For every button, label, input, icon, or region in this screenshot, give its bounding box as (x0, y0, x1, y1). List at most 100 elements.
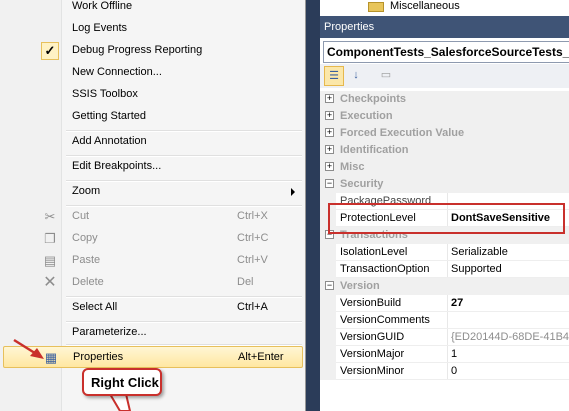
category-label: Version (340, 280, 380, 292)
menu-item-parameterize[interactable]: Parameterize... (3, 322, 303, 344)
property-row[interactable]: VersionComments (320, 312, 569, 329)
row-divider (336, 379, 569, 380)
property-row[interactable]: VersionGUID {ED20144D-68DE-41B4- (320, 329, 569, 346)
property-name: VersionBuild (340, 297, 402, 309)
menu-item-label: Cut (72, 210, 90, 222)
menu-item-paste[interactable]: ▤ Paste Ctrl+V (3, 250, 303, 272)
menu-item-delete[interactable]: ✕ Delete Del (3, 272, 303, 294)
property-row[interactable]: TransactionOption Supported (320, 261, 569, 278)
solution-explorer-fragment: Miscellaneous (320, 0, 569, 14)
property-row[interactable]: VersionMinor 0 (320, 363, 569, 380)
menu-item-label: Properties (73, 351, 124, 363)
menu-item-label: Parameterize... (72, 326, 147, 338)
row-gutter (320, 244, 336, 261)
object-selector[interactable]: ComponentTests_SalesforceSourceTests_S (323, 41, 569, 63)
properties-toolbar: ☰ ↓ ▭ (320, 64, 569, 88)
column-divider (447, 261, 448, 278)
property-value[interactable]: {ED20144D-68DE-41B4- (451, 331, 569, 343)
column-divider (447, 244, 448, 261)
property-name: VersionComments (340, 314, 430, 326)
panel-title: Properties (324, 21, 375, 33)
alphabetical-button[interactable]: ↓ (346, 66, 366, 86)
menu-item-log-events[interactable]: Log Events (3, 18, 303, 40)
menu-item-label: Select All (72, 301, 118, 313)
menu-item-new-connection[interactable]: New Connection... (3, 62, 303, 84)
column-divider (447, 329, 448, 346)
category-misc[interactable]: + Misc (320, 159, 569, 176)
property-value[interactable]: 0 (451, 365, 457, 377)
category-security[interactable]: − Security (320, 176, 569, 193)
sort-az-icon: ↓ (353, 69, 359, 81)
menu-item-edit-breakpoints[interactable]: Edit Breakpoints... (3, 156, 303, 178)
menu-item-shortcut: Ctrl+V (237, 254, 268, 266)
property-value[interactable]: 1 (451, 348, 457, 360)
menu-item-label: Getting Started (72, 110, 146, 122)
object-name: ComponentTests_SalesforceSourceTests_S (327, 45, 569, 59)
property-row[interactable]: IsolationLevel Serializable (320, 244, 569, 261)
row-gutter (320, 346, 336, 363)
menu-item-shortcut: Alt+Enter (238, 351, 284, 363)
expand-icon[interactable]: + (325, 145, 334, 154)
property-value[interactable]: 27 (451, 297, 463, 309)
menu-item-label: Debug Progress Reporting (72, 44, 203, 56)
collapse-icon[interactable]: − (325, 179, 334, 188)
category-identification[interactable]: + Identification (320, 142, 569, 159)
category-label: Misc (340, 161, 365, 173)
property-name: TransactionOption (340, 263, 430, 275)
menu-item-label: Work Offline (72, 0, 133, 12)
row-gutter (320, 295, 336, 312)
row-gutter (320, 312, 336, 329)
callout-label: Right Click (91, 375, 159, 390)
property-value[interactable]: Supported (451, 263, 502, 275)
property-pages-button[interactable]: ▭ (376, 66, 396, 86)
menu-item-label: Paste (72, 254, 101, 266)
menu-item-work-offline[interactable]: Work Offline (3, 0, 303, 18)
category-label: Execution (340, 110, 393, 122)
menu-item-select-all[interactable]: Select All Ctrl+A (3, 297, 303, 319)
scissors-icon: ✂ (44, 209, 56, 224)
property-row[interactable]: VersionMajor 1 (320, 346, 569, 363)
expand-icon[interactable]: + (325, 128, 334, 137)
column-divider (447, 363, 448, 380)
property-pages-icon: ▭ (380, 69, 392, 81)
expand-icon[interactable]: + (325, 162, 334, 171)
category-label: Checkpoints (340, 93, 407, 105)
menu-item-label: Copy (72, 232, 98, 244)
menu-item-debug-progress-reporting[interactable]: ✓ Debug Progress Reporting (3, 40, 303, 62)
category-label: Identification (340, 144, 409, 156)
menu-item-label: Edit Breakpoints... (72, 160, 162, 172)
menu-item-label: Log Events (72, 22, 128, 34)
submenu-arrow-icon (291, 188, 295, 196)
properties-title-bar: Properties (320, 16, 569, 38)
folder-label[interactable]: Miscellaneous (390, 0, 460, 12)
column-divider (447, 346, 448, 363)
clipboard-icon: ▤ (43, 253, 57, 268)
property-value[interactable]: Serializable (451, 246, 508, 258)
menu-item-cut[interactable]: ✂ Cut Ctrl+X (3, 206, 303, 228)
menu-item-ssis-toolbox[interactable]: SSIS Toolbox (3, 84, 303, 106)
menu-item-add-annotation[interactable]: Add Annotation (3, 131, 303, 153)
menu-item-zoom[interactable]: Zoom (3, 181, 303, 203)
row-gutter (320, 363, 336, 380)
menu-item-label: Zoom (72, 185, 101, 197)
column-divider (447, 312, 448, 329)
menu-item-copy[interactable]: ❐ Copy Ctrl+C (3, 228, 303, 250)
property-row[interactable]: VersionBuild 27 (320, 295, 569, 312)
category-checkpoints[interactable]: + Checkpoints (320, 91, 569, 108)
menu-item-shortcut: Ctrl+C (237, 232, 269, 244)
menu-item-properties[interactable]: ▦ Properties Alt+Enter (3, 346, 303, 368)
right-click-callout: Right Click (82, 368, 162, 396)
menu-item-shortcut: Del (237, 276, 254, 288)
expand-icon[interactable]: + (325, 94, 334, 103)
collapse-icon[interactable]: − (325, 281, 334, 290)
menu-item-label: Delete (72, 276, 104, 288)
menu-item-getting-started[interactable]: Getting Started (3, 106, 303, 128)
properties-icon: ▦ (44, 350, 58, 365)
context-menu: Work Offline Log Events ✓ Debug Progress… (0, 0, 306, 411)
category-label: Forced Execution Value (340, 127, 465, 139)
category-version[interactable]: − Version (320, 278, 569, 295)
expand-icon[interactable]: + (325, 111, 334, 120)
categorized-button[interactable]: ☰ (324, 66, 344, 86)
category-execution[interactable]: + Execution (320, 108, 569, 125)
category-forced-execution-value[interactable]: + Forced Execution Value (320, 125, 569, 142)
